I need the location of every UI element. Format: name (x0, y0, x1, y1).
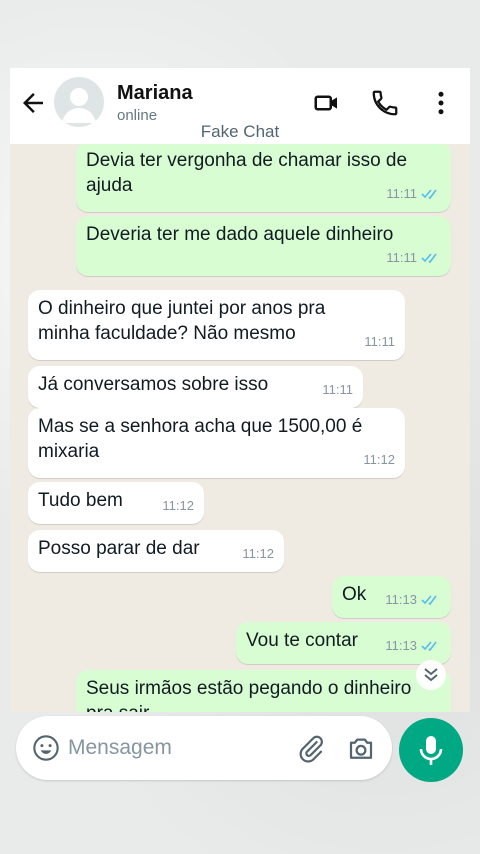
scroll-to-bottom-button[interactable] (416, 660, 446, 690)
read-ticks-icon (421, 640, 437, 651)
chat-header: Mariana online Fake Chat (10, 68, 470, 144)
message-bubble[interactable]: Devia ter vergonha de chamar isso de aju… (76, 144, 451, 212)
message-meta: 11:11 (386, 181, 441, 206)
more-options-icon[interactable] (426, 88, 456, 118)
message-meta: 11:12 (242, 541, 274, 566)
back-arrow-icon[interactable] (18, 88, 48, 118)
message-bubble[interactable]: Tudo bem 11:12 (28, 482, 204, 524)
message-bubble[interactable]: O dinheiro que juntei por anos pra minha… (28, 290, 405, 360)
camera-icon[interactable] (346, 734, 376, 764)
phone-icon[interactable] (370, 88, 400, 118)
message-time: 11:12 (363, 452, 395, 467)
double-chevron-down-icon (424, 668, 438, 682)
message-composer (16, 716, 392, 780)
message-bubble[interactable]: Posso parar de dar 11:12 (28, 530, 284, 572)
message-meta: 11:12 (363, 447, 395, 472)
message-bubble[interactable]: Vou te contar 11:13 (236, 622, 451, 664)
read-ticks-icon (421, 252, 437, 263)
message-text: Mas se a senhora acha que 1500,00 é mixa… (38, 416, 363, 462)
message-time: 11:13 (385, 592, 417, 607)
message-time: 11:11 (322, 382, 353, 397)
message-time: 11:12 (242, 546, 274, 561)
message-bubble[interactable]: Deveria ter me dado aquele dinheiro 11:1… (76, 216, 451, 276)
message-meta: 11:11 (386, 245, 441, 270)
message-text: Já conversamos sobre isso (38, 374, 269, 395)
chat-screen: Mariana online Fake Chat Devia ter vergo… (10, 68, 470, 788)
watermark-label: Fake Chat (200, 122, 280, 141)
message-text: Deveria ter me dado aquele dinheiro (86, 224, 394, 245)
message-time: 11:13 (385, 638, 417, 653)
voice-record-button[interactable] (399, 718, 463, 782)
message-bubble[interactable]: Mas se a senhora acha que 1500,00 é mixa… (28, 408, 405, 478)
message-text: O dinheiro que juntei por anos pra minha… (38, 298, 326, 344)
read-ticks-icon (421, 594, 437, 605)
message-meta: 11:13 (385, 587, 441, 612)
message-time: 11:11 (386, 250, 417, 265)
message-time: 11:12 (162, 498, 194, 513)
message-bubble[interactable]: Ok 11:13 (332, 576, 451, 618)
video-call-icon[interactable] (312, 88, 342, 118)
default-avatar-icon (62, 88, 96, 123)
message-text: Devia ter vergonha de chamar isso de aju… (86, 150, 408, 196)
microphone-icon (419, 736, 443, 765)
read-ticks-icon (421, 188, 437, 199)
message-meta: 11:11 (364, 329, 395, 354)
message-bubble[interactable]: Já conversamos sobre isso 11:11 (28, 366, 363, 408)
attach-icon[interactable] (296, 734, 326, 764)
message-text: Posso parar de dar (38, 538, 200, 559)
message-meta: 11:12 (162, 493, 194, 518)
emoji-icon[interactable] (32, 734, 60, 762)
contact-name[interactable]: Mariana (117, 82, 193, 105)
message-list[interactable]: Devia ter vergonha de chamar isso de aju… (10, 144, 470, 712)
message-meta: 11:13 (385, 633, 441, 658)
message-time: 11:11 (364, 334, 395, 349)
message-text: Seus irmãos estão pegando o dinheiro pra… (86, 678, 412, 712)
message-meta: 11:11 (322, 377, 353, 402)
avatar[interactable] (54, 77, 104, 127)
message-input[interactable] (68, 730, 288, 766)
message-time: 11:11 (386, 186, 417, 201)
message-bubble[interactable]: Seus irmãos estão pegando o dinheiro pra… (76, 670, 451, 712)
